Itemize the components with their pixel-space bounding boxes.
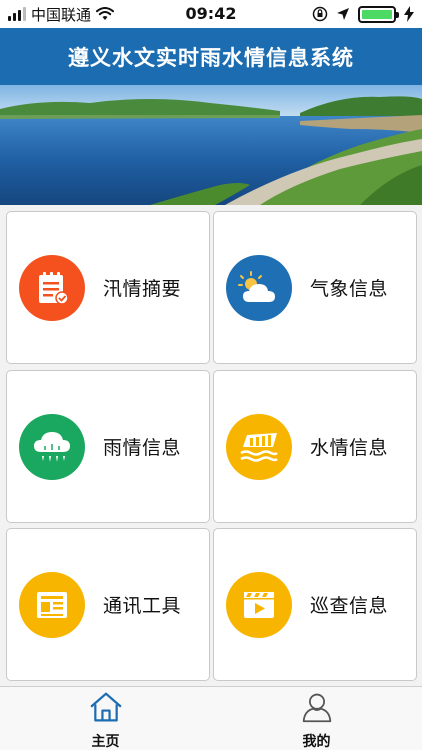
user-icon bbox=[302, 693, 331, 723]
weather-cloud-sun-icon bbox=[226, 254, 292, 321]
menu-rain-info[interactable]: 雨情信息 bbox=[6, 370, 210, 523]
app-header: 遵义水文实时雨水情信息系统 bbox=[0, 28, 422, 85]
tab-home-label: 主页 bbox=[91, 734, 120, 750]
menu-communication-tools[interactable]: 通讯工具 bbox=[6, 528, 210, 681]
water-level-icon bbox=[226, 413, 292, 480]
menu-weather-info[interactable]: 气象信息 bbox=[213, 211, 417, 364]
newspaper-icon bbox=[19, 571, 85, 638]
menu-label: 水情信息 bbox=[310, 437, 389, 459]
location-arrow-icon bbox=[337, 8, 349, 20]
video-play-icon bbox=[226, 571, 292, 638]
tab-mine[interactable]: 我的 bbox=[211, 687, 422, 750]
banner-image bbox=[0, 85, 422, 205]
menu-flood-summary[interactable]: 汛情摘要 bbox=[6, 211, 210, 364]
tab-bar: 主页 我的 bbox=[0, 686, 422, 750]
rain-cloud-icon bbox=[19, 413, 85, 480]
battery-icon bbox=[358, 5, 399, 23]
menu-label: 巡查信息 bbox=[310, 595, 389, 617]
tab-home[interactable]: 主页 bbox=[0, 687, 211, 750]
menu-label: 气象信息 bbox=[310, 278, 389, 300]
menu-label: 通讯工具 bbox=[103, 595, 182, 617]
charging-bolt-icon bbox=[404, 6, 414, 22]
menu-label: 汛情摘要 bbox=[103, 278, 182, 300]
menu-label: 雨情信息 bbox=[103, 437, 182, 459]
tab-mine-label: 我的 bbox=[302, 734, 331, 750]
status-bar: 中国联通 09:42 bbox=[0, 0, 422, 28]
notepad-icon bbox=[19, 254, 85, 321]
orientation-lock-icon bbox=[312, 6, 328, 22]
home-icon bbox=[90, 692, 121, 722]
menu-water-info[interactable]: 水情信息 bbox=[213, 370, 417, 523]
menu-grid: 汛情摘要 气象信息 雨情信息 水情信息 通讯工具 巡查信息 bbox=[0, 205, 422, 685]
app-title: 遵义水文实时雨水情信息系统 bbox=[68, 45, 354, 70]
menu-patrol-info[interactable]: 巡查信息 bbox=[213, 528, 417, 681]
status-right bbox=[312, 4, 414, 24]
